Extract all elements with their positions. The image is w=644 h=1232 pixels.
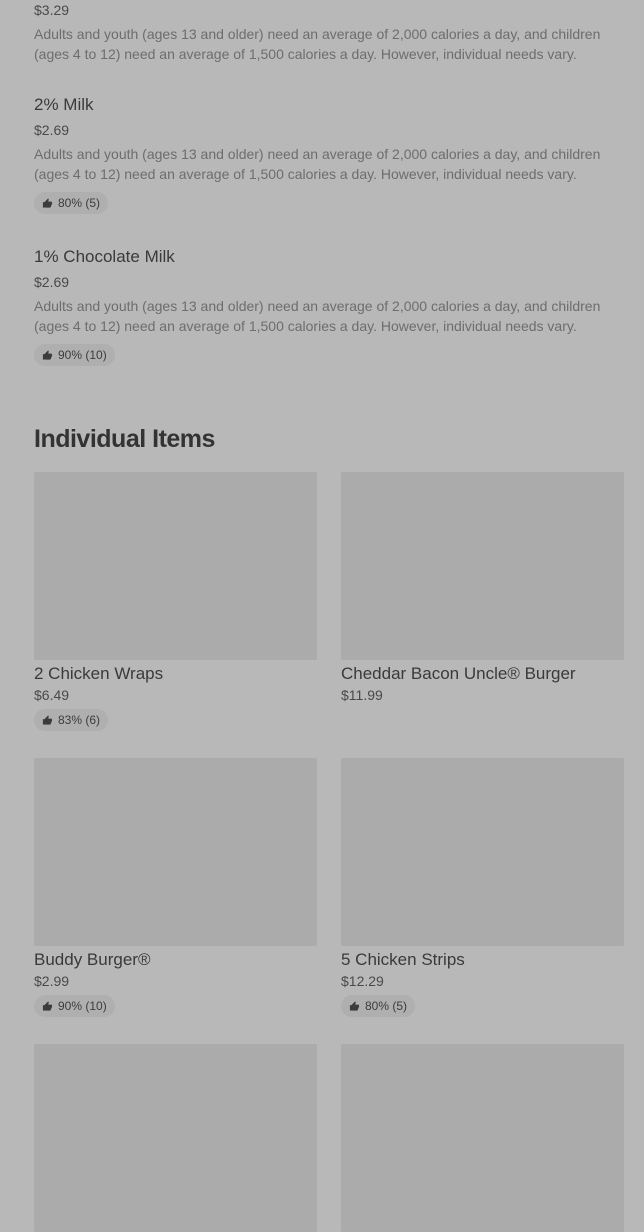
section-title: Individual Items [34, 425, 215, 453]
thumbs-up-icon [42, 349, 53, 361]
menu-card[interactable]: Buddy Burger® $2.99 90% (10) [34, 758, 317, 1017]
menu-list-item[interactable]: 2% Milk $2.69 Adults and youth (ages 13 … [34, 95, 624, 214]
item-price: $3.29 [34, 2, 70, 18]
rating-badge: 90% (10) [34, 995, 115, 1017]
menu-card[interactable]: Cheddar Bacon Uncle® Burger $11.99 [341, 472, 624, 704]
item-image [34, 1044, 317, 1232]
item-price: $2.69 [34, 122, 70, 138]
rating-badge: 90% (10) [34, 344, 115, 366]
card-price: $2.99 [34, 973, 70, 989]
menu-card[interactable]: 2 Chicken Wraps $6.49 83% (6) [34, 472, 317, 731]
card-name: 5 Chicken Strips [341, 950, 465, 969]
item-description: Adults and youth (ages 13 and older) nee… [34, 298, 601, 334]
menu-card[interactable]: 5 Chicken Strips $12.29 80% (5) [341, 758, 624, 1017]
thumbs-up-icon [42, 714, 53, 726]
menu-list-item[interactable]: 1% Chocolate Milk $2.69 Adults and youth… [34, 247, 624, 366]
item-image [34, 472, 317, 660]
rating-text: 80% (5) [365, 999, 408, 1013]
rating-badge: 80% (5) [341, 995, 416, 1017]
item-description: Adults and youth (ages 13 and older) nee… [34, 26, 601, 62]
rating-text: 90% (10) [58, 999, 107, 1013]
card-name: Buddy Burger® [34, 950, 151, 969]
item-image [34, 758, 317, 946]
card-price: $6.49 [34, 687, 70, 703]
rating-text: 90% (10) [58, 348, 107, 362]
rating-badge: 83% (6) [34, 709, 109, 731]
item-description: Adults and youth (ages 13 and older) nee… [34, 146, 601, 182]
menu-card[interactable] [341, 1044, 624, 1232]
item-image [341, 472, 624, 660]
thumbs-up-icon [349, 1000, 360, 1012]
item-image [341, 1044, 624, 1232]
menu-list-item[interactable]: $3.29 Adults and youth (ages 13 and olde… [34, 1, 624, 64]
item-price: $2.69 [34, 274, 70, 290]
item-name: 2% Milk [34, 95, 94, 114]
card-price: $11.99 [341, 687, 383, 703]
item-image [341, 758, 624, 946]
rating-text: 80% (5) [58, 196, 101, 210]
card-name: 2 Chicken Wraps [34, 664, 164, 683]
card-price: $12.29 [341, 973, 384, 989]
thumbs-up-icon [42, 197, 53, 209]
rating-badge: 80% (5) [34, 192, 109, 214]
rating-text: 83% (6) [58, 713, 101, 727]
menu-card[interactable] [34, 1044, 317, 1232]
card-name: Cheddar Bacon Uncle® Burger [341, 664, 576, 683]
thumbs-up-icon [42, 1000, 53, 1012]
item-name: 1% Chocolate Milk [34, 247, 175, 266]
